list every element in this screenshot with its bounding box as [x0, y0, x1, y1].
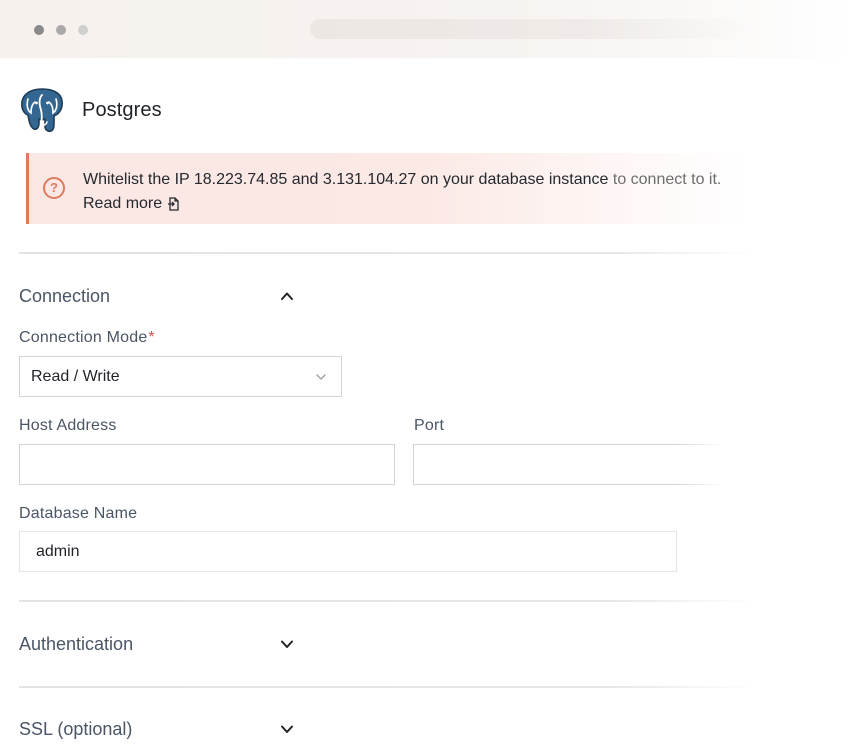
- address-bar[interactable]: [310, 19, 750, 39]
- host-address-input[interactable]: [19, 444, 395, 485]
- alert-message-text-faded: to connect to it.: [608, 171, 722, 188]
- port-label: Port: [414, 417, 445, 434]
- page-header: Postgres: [19, 86, 162, 134]
- page-title: Postgres: [82, 98, 162, 121]
- connection-mode-select[interactable]: Read / Write: [19, 356, 342, 397]
- alert-message: Whitelist the IP 18.223.74.85 and 3.131.…: [83, 168, 721, 216]
- chevron-down-icon: [316, 374, 326, 380]
- section-connection-title: Connection: [19, 285, 111, 306]
- alert-message-text: Whitelist the IP 18.223.74.85 and 3.131.…: [83, 171, 609, 188]
- divider: [19, 686, 754, 688]
- divider: [19, 252, 754, 254]
- section-authentication-title: Authentication: [19, 633, 134, 654]
- window-minimize-dot[interactable]: [56, 25, 66, 35]
- section-ssl-toggle[interactable]: SSL (optional): [19, 717, 299, 741]
- window-chrome: [0, 0, 856, 58]
- section-ssl-title: SSL (optional): [19, 718, 133, 739]
- connection-mode-value: Read / Write: [31, 368, 120, 385]
- database-name-label: Database Name: [19, 505, 138, 522]
- divider: [19, 600, 754, 602]
- external-doc-icon: [168, 197, 179, 211]
- port-input[interactable]: [413, 444, 723, 485]
- window-maximize-dot[interactable]: [78, 25, 88, 35]
- connection-mode-label-text: Connection Mode: [19, 329, 148, 346]
- read-more-link[interactable]: Read more: [83, 192, 179, 216]
- chevron-down-icon: [281, 725, 293, 733]
- required-mark: *: [148, 329, 155, 346]
- chevron-up-icon: [281, 292, 293, 300]
- host-address-label: Host Address: [19, 417, 117, 434]
- database-name-input[interactable]: [19, 531, 677, 572]
- section-connection-toggle[interactable]: Connection: [19, 284, 299, 308]
- window-close-dot[interactable]: [34, 25, 44, 35]
- app-window: Postgres ? Whitelist the IP 18.223.74.85…: [0, 0, 856, 755]
- read-more-label: Read more: [83, 195, 163, 212]
- connection-mode-label: Connection Mode*: [19, 329, 155, 347]
- chevron-down-icon: [281, 640, 293, 648]
- question-circle-icon: ?: [43, 177, 65, 199]
- postgres-elephant-icon: [21, 88, 63, 133]
- whitelist-alert: ? Whitelist the IP 18.223.74.85 and 3.13…: [26, 153, 746, 224]
- section-authentication-toggle[interactable]: Authentication: [19, 632, 299, 656]
